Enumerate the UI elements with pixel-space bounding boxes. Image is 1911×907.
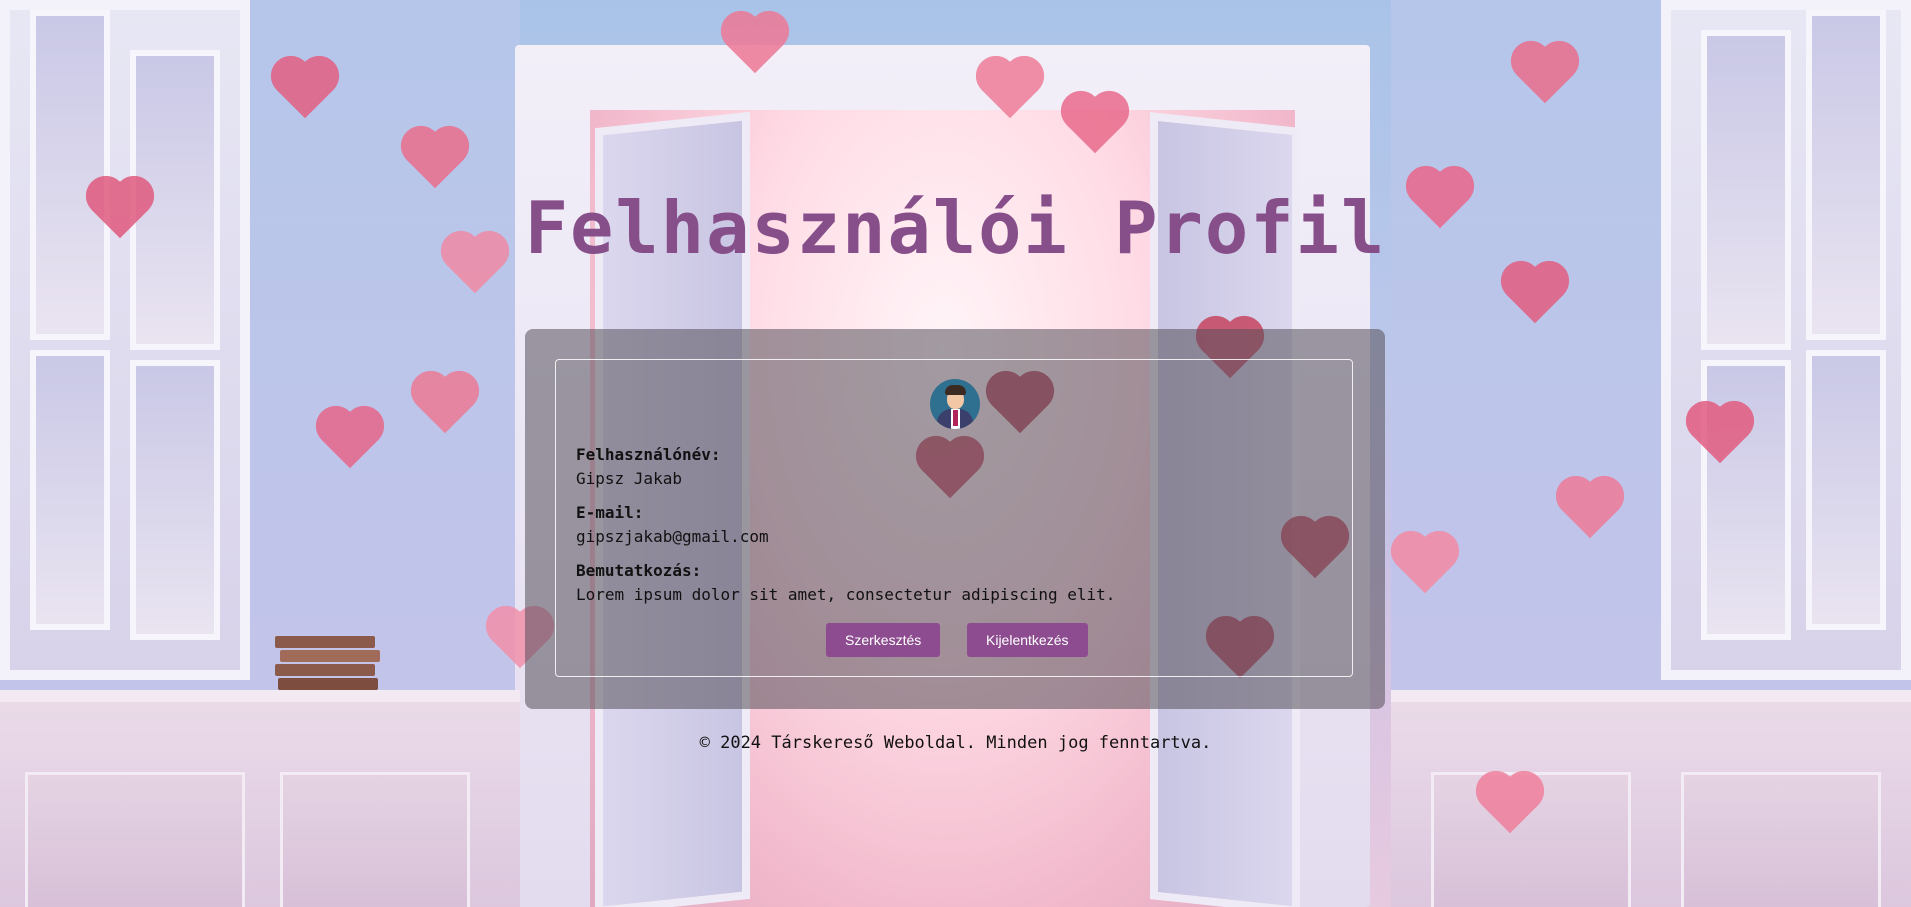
email-field: E-mail: gipszjakab@gmail.com (576, 501, 769, 549)
footer-copyright: © 2024 Társkereső Weboldal. Minden jog f… (699, 733, 1212, 753)
book (280, 650, 380, 662)
page-title: Felhasználói Profil (524, 186, 1387, 270)
window-pane (30, 10, 110, 340)
wainscot-panel (25, 772, 245, 907)
wainscot-panel (1681, 772, 1881, 907)
book (278, 678, 378, 690)
username-label: Felhasználónév: (576, 445, 721, 464)
bio-label: Bemutatkozás: (576, 561, 702, 580)
window-pane (30, 350, 110, 630)
window-right (1661, 0, 1911, 680)
user-avatar-icon (930, 379, 980, 429)
bio-value: Lorem ipsum dolor sit amet, consectetur … (576, 585, 1116, 604)
floor-panel-right (1391, 690, 1911, 907)
wainscot-panel (280, 772, 470, 907)
bio-field: Bemutatkozás: Lorem ipsum dolor sit amet… (576, 559, 1115, 607)
window-pane (130, 360, 220, 640)
edit-profile-button[interactable]: Szerkesztés (826, 623, 941, 657)
profile-card: Felhasználónév: Gipsz Jakab E-mail: gips… (555, 359, 1353, 677)
book (275, 664, 375, 676)
floor-panel-left (0, 690, 520, 907)
email-value: gipszjakab@gmail.com (576, 527, 769, 546)
profile-panel: Felhasználónév: Gipsz Jakab E-mail: gips… (525, 329, 1385, 709)
window-pane (1806, 350, 1886, 630)
email-label: E-mail: (576, 503, 644, 522)
window-pane (1806, 10, 1886, 340)
book (275, 636, 375, 648)
window-left (0, 0, 250, 680)
username-field: Felhasználónév: Gipsz Jakab (576, 443, 721, 491)
username-value: Gipsz Jakab (576, 469, 682, 488)
logout-button[interactable]: Kijelentkezés (967, 623, 1088, 657)
book-stack (275, 636, 385, 696)
